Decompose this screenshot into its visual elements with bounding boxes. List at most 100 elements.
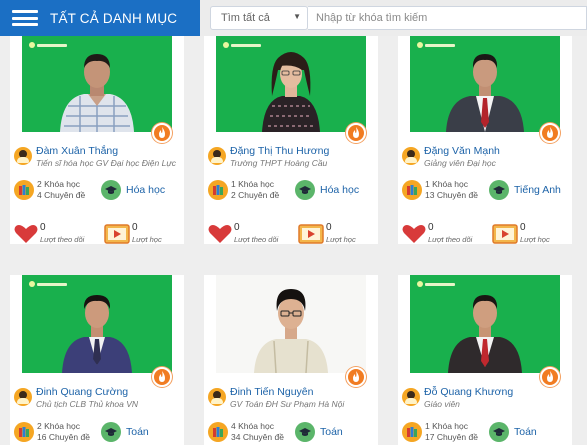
teacher-name-link[interactable]: Đàm Xuân Thắng [36, 145, 176, 158]
fire-icon [346, 367, 366, 387]
person-image [254, 289, 328, 373]
books-icon [402, 180, 422, 200]
heart-icon[interactable] [402, 224, 426, 244]
search-scope-value: Tìm tất cả [221, 12, 270, 24]
course-count: 2 Khóa học [37, 421, 81, 431]
teacher-avatar-icon [14, 147, 32, 165]
teacher-avatar-icon [402, 388, 420, 406]
teacher-title: GV Toán ĐH Sư Phạm Hà Nội [230, 399, 345, 409]
books-icon [14, 422, 34, 442]
person-image [446, 54, 524, 132]
graduation-cap-icon [489, 422, 509, 442]
books-icon [208, 180, 228, 200]
menu-icon [12, 10, 38, 26]
teacher-avatar-icon [14, 388, 32, 406]
teacher-photo[interactable] [410, 36, 560, 132]
video-icon [492, 224, 518, 244]
teacher-avatar-icon [208, 388, 226, 406]
teacher-photo[interactable] [216, 36, 366, 132]
teacher-name-link[interactable]: Đinh Tiến Nguyên [230, 386, 344, 399]
course-count: 2 Khóa học [37, 179, 81, 189]
follower-count: 0 [40, 222, 46, 233]
subject-link[interactable]: Hóa học [126, 184, 165, 196]
person-image [60, 54, 134, 132]
teacher-engagement: 0 Lượt theo dõi 0 Lượt học [14, 222, 196, 246]
teacher-info: Đặng Thị Thu Hương Trường THPT Hoàng Cầu [208, 145, 329, 169]
fire-icon [152, 123, 172, 143]
caret-down-icon: ▼ [293, 12, 301, 21]
search-input[interactable] [308, 6, 587, 30]
follower-count: 0 [234, 222, 240, 233]
topic-count: 17 Chuyên đề [425, 432, 478, 442]
teacher-avatar-icon [208, 147, 226, 165]
teacher-photo[interactable] [216, 275, 366, 373]
topic-count: 13 Chuyên đề [425, 190, 478, 200]
teacher-card[interactable]: Đặng Thị Thu Hương Trường THPT Hoàng Cầu… [204, 36, 378, 244]
topic-count: 2 Chuyên đề [231, 190, 280, 200]
fire-icon [346, 123, 366, 143]
graduation-cap-icon [101, 180, 121, 200]
teacher-title: Giảng viên Đại học [424, 158, 496, 168]
view-count: 0 [326, 222, 332, 233]
teacher-card[interactable]: Đàm Xuân Thắng Tiến sĩ hóa học GV Đại họ… [10, 36, 184, 244]
teacher-card[interactable]: Đặng Văn Mạnh Giảng viên Đại học 1 Khóa … [398, 36, 572, 244]
books-icon [402, 422, 422, 442]
teacher-name-link[interactable]: Đỗ Quang Khương [424, 386, 513, 399]
heart-icon[interactable] [14, 224, 38, 244]
teacher-name-link[interactable]: Đinh Quang Cường [36, 386, 138, 399]
all-categories-label: TẤT CẢ DANH MỤC [50, 10, 178, 26]
follower-count: 0 [428, 222, 434, 233]
teacher-photo[interactable] [22, 275, 172, 373]
teacher-info: Đỗ Quang Khương Giáo viên [402, 386, 513, 410]
teacher-info: Đinh Quang Cường Chủ tịch CLB Thủ khoa V… [14, 386, 138, 410]
books-icon [208, 422, 228, 442]
all-categories-button[interactable]: TẤT CẢ DANH MỤC [0, 0, 200, 36]
teacher-card[interactable]: Đỗ Quang Khương Giáo viên 1 Khóa học 17 … [398, 275, 572, 445]
teacher-card[interactable]: Đinh Tiến Nguyên GV Toán ĐH Sư Phạm Hà N… [204, 275, 378, 445]
follower-label: Lượt theo dõi [40, 235, 85, 244]
video-icon [104, 224, 130, 244]
follower-label: Lượt theo dõi [428, 235, 473, 244]
topic-count: 34 Chuyên đề [231, 432, 284, 442]
video-icon [298, 224, 324, 244]
teacher-info: Đinh Tiến Nguyên GV Toán ĐH Sư Phạm Hà N… [208, 386, 344, 410]
teacher-photo[interactable] [22, 36, 172, 132]
course-count: 1 Khóa học [425, 421, 469, 431]
search-scope-select[interactable]: Tìm tất cả ▼ [210, 6, 308, 30]
teacher-name-link[interactable]: Đặng Thị Thu Hương [230, 145, 329, 158]
subject-link[interactable]: Tiếng Anh [514, 184, 561, 196]
teacher-photo[interactable] [410, 275, 560, 373]
view-count: 0 [132, 222, 138, 233]
subject-link[interactable]: Hóa học [320, 184, 359, 196]
teacher-name-link[interactable]: Đặng Văn Mạnh [424, 145, 500, 158]
teacher-stats: 2 Khóa học 16 Chuyên đề Toán [14, 421, 149, 443]
view-count: 0 [520, 222, 526, 233]
follower-label: Lượt theo dõi [234, 235, 279, 244]
teacher-engagement: 0 Lượt theo dõi 0 Lượt học [402, 222, 584, 246]
teacher-info: Đặng Văn Mạnh Giảng viên Đại học [402, 145, 500, 169]
view-label: Lượt học [132, 235, 162, 244]
teacher-stats: 4 Khóa học 34 Chuyên đề Toán [208, 421, 343, 443]
topic-count: 16 Chuyên đề [37, 432, 90, 442]
subject-link[interactable]: Toán [514, 426, 537, 438]
teacher-engagement: 0 Lượt theo dõi 0 Lượt học [208, 222, 390, 246]
subject-link[interactable]: Toán [320, 426, 343, 438]
teacher-card[interactable]: Đinh Quang Cường Chủ tịch CLB Thủ khoa V… [10, 275, 184, 445]
teacher-stats: 1 Khóa học 17 Chuyên đề Toán [402, 421, 537, 443]
teacher-title: Tiến sĩ hóa học GV Đại học Điện Lực [36, 158, 176, 168]
fire-icon [540, 123, 560, 143]
teacher-stats: 1 Khóa học 13 Chuyên đề Tiếng Anh [402, 179, 561, 201]
subject-link[interactable]: Toán [126, 426, 149, 438]
course-count: 1 Khóa học [425, 179, 469, 189]
course-count: 1 Khóa học [231, 179, 275, 189]
person-image [262, 52, 320, 132]
graduation-cap-icon [101, 422, 121, 442]
view-label: Lượt học [520, 235, 550, 244]
course-count: 4 Khóa học [231, 421, 275, 431]
teacher-stats: 1 Khóa học 2 Chuyên đề Hóa học [208, 179, 359, 201]
top-bar: TẤT CẢ DANH MỤC Tìm tất cả ▼ [0, 0, 587, 36]
teacher-title: Trường THPT Hoàng Cầu [230, 158, 328, 168]
topic-count: 4 Chuyên đề [37, 190, 86, 200]
teacher-title: Chủ tịch CLB Thủ khoa VN [36, 399, 139, 409]
heart-icon[interactable] [208, 224, 232, 244]
